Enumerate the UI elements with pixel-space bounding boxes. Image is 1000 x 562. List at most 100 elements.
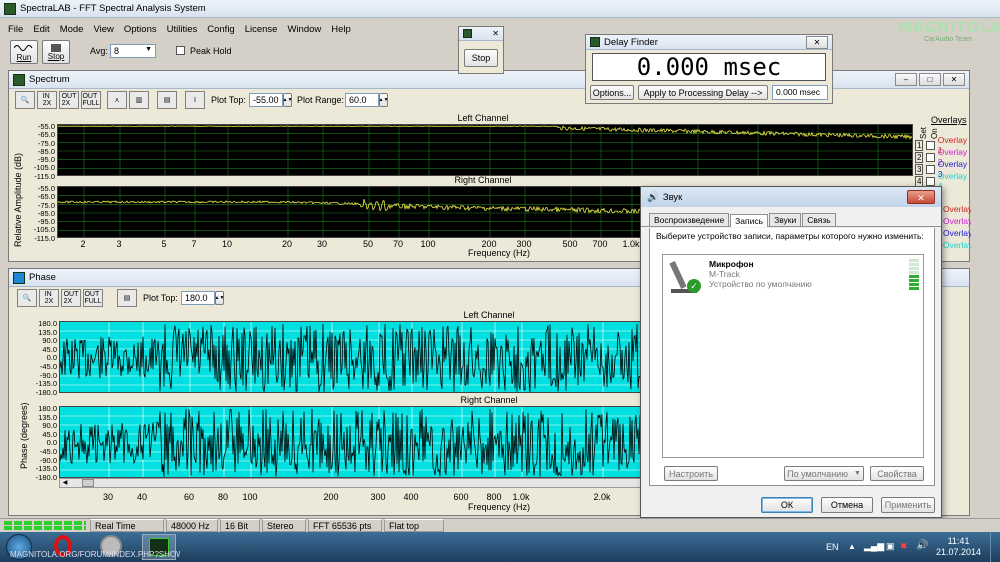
menu-view[interactable]: View	[93, 24, 113, 36]
app-title: SpectraLAB - FFT Spectral Analysis Syste…	[20, 3, 206, 14]
plot-range-input[interactable]: 60.0	[345, 93, 379, 107]
table-view-icon[interactable]: ▤	[157, 91, 177, 109]
waveform-icon	[14, 44, 33, 51]
status-rate: 48000 Hz	[166, 519, 218, 532]
sound-dialog-close-button[interactable]: ✕	[907, 190, 935, 204]
set-default-button[interactable]: По умолчанию ▼	[784, 466, 864, 481]
phase-plot-top-label: Plot Top:	[143, 293, 178, 303]
menu-help[interactable]: Help	[331, 24, 351, 36]
clock[interactable]: 11:41 21.07.2014	[936, 536, 981, 558]
overlay-checkbox-2[interactable]	[926, 152, 935, 162]
phase-zoom-icon[interactable]: 🔍	[17, 289, 37, 307]
menu-options[interactable]: Options	[124, 24, 157, 36]
properties-button[interactable]: Свойства	[870, 466, 924, 481]
network-error-icon[interactable]: ✖	[900, 541, 908, 552]
device-list: ✓ Микрофон M-Track Устройство по умолчан…	[662, 254, 924, 458]
stop-mini-close-icon[interactable]: ✕	[492, 29, 499, 38]
spectrum-plot-top-input[interactable]: -55.00	[249, 93, 283, 107]
spectrum-plot-top-spinner[interactable]: ▲▼	[283, 93, 292, 107]
phase-xaxis-label: Frequency (Hz)	[467, 502, 531, 512]
bar-graph-icon[interactable]: ▥	[129, 91, 149, 109]
tab-sounds[interactable]: Звуки	[769, 213, 802, 226]
maximize-button[interactable]: □	[919, 73, 941, 86]
close-button[interactable]: ✕	[943, 73, 965, 86]
scroll-thumb[interactable]	[82, 479, 94, 487]
main-titlebar: SpectraLAB - FFT Spectral Analysis Syste…	[0, 0, 1000, 18]
apply-button[interactable]: Применить	[881, 497, 935, 513]
stop-mini-button[interactable]: Stop	[464, 49, 498, 67]
delay-options-button[interactable]: Options...	[590, 85, 634, 100]
scroll-left-icon[interactable]: ◀	[60, 479, 70, 487]
status-mode: Real Time	[90, 519, 164, 532]
menu-bar: File Edit Mode View Options Utilities Co…	[0, 22, 600, 38]
phase-zoom-out-2x-icon[interactable]: OUT 2X	[61, 289, 81, 307]
phase-left-yticks: 180.0 135.0 90.0 45.0 0.0 -45.0 -90.0 -135.0 -18…	[35, 319, 57, 397]
status-bits: 16 Bit	[220, 519, 260, 532]
show-desktop-button[interactable]	[990, 532, 1000, 562]
spectrum-left-trace	[58, 125, 912, 140]
configure-button[interactable]: Настроить	[664, 466, 718, 481]
phase-plot-top-input[interactable]: 180.0	[181, 291, 215, 305]
signal-icon[interactable]: ▂▄▆	[864, 541, 884, 552]
menu-utilities[interactable]: Utilities	[167, 24, 198, 36]
on-label: On	[930, 128, 939, 139]
overlay-set-4[interactable]: 4	[915, 175, 924, 187]
cancel-button[interactable]: Отмена	[821, 497, 873, 513]
device-name: Микрофон	[709, 259, 754, 269]
sound-dialog: 🔊 Звук ✕ Воспроизведение Запись Звуки Св…	[640, 186, 942, 518]
language-indicator[interactable]: EN	[826, 542, 839, 552]
taskbar-watermark: MAGNITOLA.ORG/FORUM/INDEX.PHP?SHOWTOPIC=…	[10, 550, 180, 559]
overlays-panel-lower: Overlay 1 Overlay 2 Overlay 3 Overlay 4	[943, 203, 971, 251]
delay-value-field[interactable]: 0.000 msec	[772, 85, 828, 100]
phase-icon	[13, 271, 25, 284]
taskbar: MAGNITOLA.ORG/FORUM/INDEX.PHP?SHOWTOPIC=…	[0, 532, 1000, 562]
peak-hold-checkbox[interactable]	[176, 46, 185, 55]
zoom-in-2x-icon[interactable]: IN 2X	[37, 91, 57, 109]
menu-mode[interactable]: Mode	[60, 24, 84, 36]
cursor-icon[interactable]: I	[185, 91, 205, 109]
menu-license[interactable]: License	[245, 24, 278, 36]
zoom-icon[interactable]: 🔍	[15, 91, 35, 109]
overlay-checkbox-3[interactable]	[926, 164, 935, 174]
sound-tabs: Воспроизведение Запись Звуки Связь	[641, 207, 941, 227]
network-icon[interactable]: ▣	[886, 541, 895, 552]
run-button[interactable]: Run	[10, 40, 38, 64]
tray-arrow-icon[interactable]: ▲	[848, 542, 856, 551]
microphone-icon: ✓	[667, 259, 701, 295]
delay-finder-close-button[interactable]: ✕	[806, 35, 828, 49]
minimize-button[interactable]: –	[895, 73, 917, 86]
stop-button[interactable]: Stop	[42, 40, 70, 64]
overlay-checkbox-4[interactable]	[926, 176, 935, 186]
spectrum-left-plot[interactable]	[57, 124, 913, 176]
tab-communications[interactable]: Связь	[802, 213, 836, 226]
menu-window[interactable]: Window	[287, 24, 321, 36]
overlay-set-2[interactable]: 2	[915, 151, 924, 163]
device-item[interactable]: ✓ Микрофон M-Track Устройство по умолчан…	[663, 255, 923, 299]
zoom-out-2x-icon[interactable]: OUT 2X	[59, 91, 79, 109]
phase-plot-top-spinner[interactable]: ▲▼	[215, 291, 224, 305]
phase-left-channel-label: Left Channel	[463, 310, 515, 320]
menu-config[interactable]: Config	[207, 24, 234, 36]
volume-icon[interactable]: 🔊	[916, 540, 928, 551]
ok-button[interactable]: ОК	[761, 497, 813, 513]
overlay-checkbox-1[interactable]	[926, 140, 935, 150]
overlay-lower-1: Overlay 1	[943, 204, 971, 214]
menu-file[interactable]: File	[8, 24, 23, 36]
spectrum-xaxis-label: Frequency (Hz)	[467, 248, 531, 258]
phase-zoom-in-2x-icon[interactable]: IN 2X	[39, 289, 59, 307]
tab-playback[interactable]: Воспроизведение	[649, 213, 730, 226]
zoom-out-full-icon[interactable]: OUT FULL	[81, 91, 101, 109]
tab-recording[interactable]: Запись	[730, 214, 769, 227]
phase-table-view-icon[interactable]: ▤	[117, 289, 137, 307]
apply-processing-delay-button[interactable]: Apply to Processing Delay -->	[638, 85, 768, 100]
stop-square-icon	[51, 43, 61, 52]
overlay-set-1[interactable]: 1	[915, 139, 924, 151]
spectrum-yaxis-label: Relative Amplitude (dB)	[13, 152, 23, 247]
device-model: M-Track	[709, 269, 740, 279]
menu-edit[interactable]: Edit	[33, 24, 49, 36]
overlay-set-3[interactable]: 3	[915, 163, 924, 175]
avg-select[interactable]: 8 ▼	[110, 44, 156, 58]
plot-range-spinner[interactable]: ▲▼	[379, 93, 388, 107]
phase-zoom-out-full-icon[interactable]: OUT FULL	[83, 289, 103, 307]
line-graph-icon[interactable]: ⋏	[107, 91, 127, 109]
